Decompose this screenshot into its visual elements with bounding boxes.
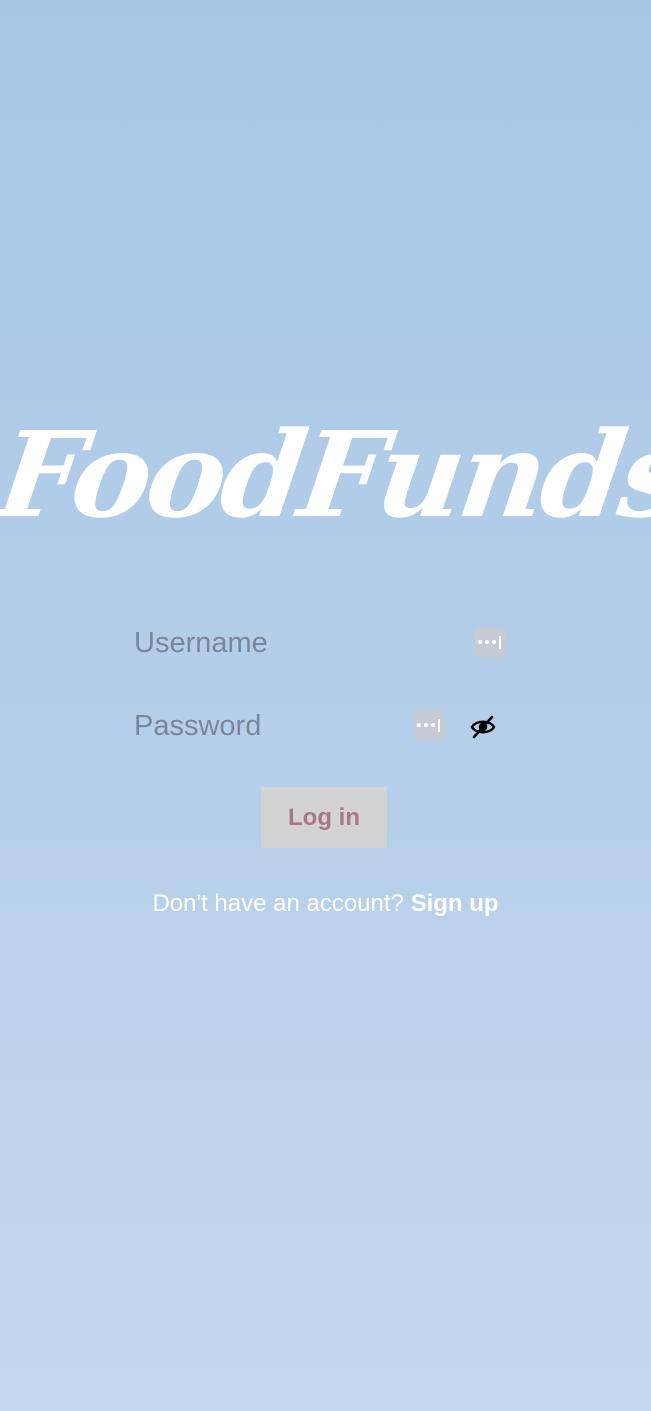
password-input[interactable] [134,704,404,748]
password-field [134,704,514,748]
username-field [134,621,514,665]
password-key-icon[interactable] [413,710,445,741]
password-key-icon[interactable] [474,627,506,658]
eye-slash-icon[interactable] [470,714,496,740]
signup-link[interactable]: Sign up [411,890,499,917]
signup-prompt-text: Don't have an account? [152,890,404,917]
signup-prompt-row: Don't have an account? Sign up [0,886,651,922]
username-input[interactable] [134,621,404,665]
login-screen: FoodFunds Log in Don't have an account? … [0,0,651,1411]
app-logo: FoodFunds [0,405,651,544]
login-button[interactable]: Log in [261,787,387,848]
